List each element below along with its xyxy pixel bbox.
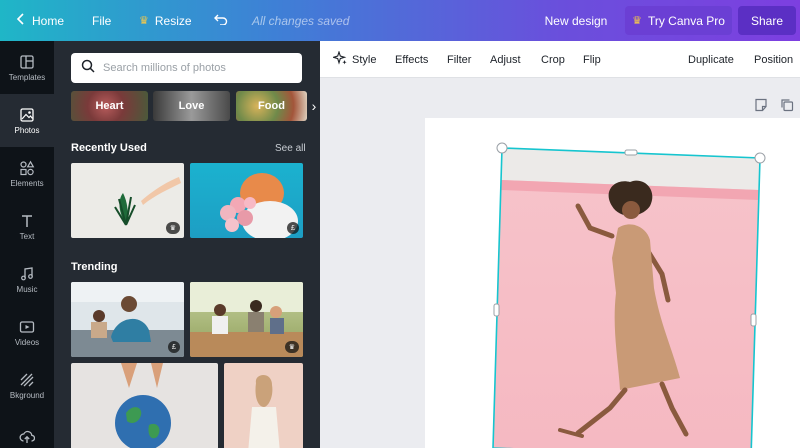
home-button[interactable]: Home (16, 0, 64, 41)
category-chips: Heart Love Food › (71, 91, 320, 121)
background-icon (20, 373, 34, 386)
chip-food[interactable]: Food (236, 91, 307, 121)
undo-icon (214, 13, 228, 28)
pound-badge: £ (168, 341, 180, 353)
editor-toolbar: Style Effects Filter Adjust Crop Flip Du… (320, 41, 800, 78)
resize-button[interactable]: ♛ Resize (139, 0, 192, 41)
try-canva-pro-button[interactable]: ♛ Try Canva Pro (625, 6, 732, 35)
crown-badge: ♛ (165, 222, 180, 234)
rail-item-music[interactable]: Music (0, 253, 54, 306)
top-bar: Home File ♛ Resize All changes saved New… (0, 0, 800, 41)
music-icon (21, 266, 33, 280)
photo-search-box[interactable] (71, 53, 302, 83)
recently-used-title: Recently Used (71, 142, 147, 154)
adjust-button[interactable]: Adjust (490, 41, 521, 78)
crown-icon: ♛ (139, 15, 149, 27)
rail-item-templates[interactable]: Templates (0, 41, 54, 94)
rail-item-text[interactable]: Text (0, 200, 54, 253)
resize-handle-top[interactable] (624, 149, 638, 156)
see-all-link[interactable]: See all (275, 143, 306, 154)
videos-icon (19, 320, 35, 333)
duplicate-button[interactable]: Duplicate (688, 41, 734, 78)
filter-button[interactable]: Filter (447, 41, 471, 78)
photos-panel: Heart Love Food › Recently Used See all … (54, 41, 320, 448)
text-icon (22, 214, 32, 227)
sparkle-icon (331, 50, 347, 68)
crown-icon: ♛ (632, 15, 642, 27)
position-button[interactable]: Position (754, 41, 793, 78)
trending-title: Trending (71, 261, 118, 273)
rail-item-background[interactable]: Bkground (0, 359, 54, 412)
chevron-right-icon[interactable]: › (307, 91, 320, 121)
left-rail: Templates Photos Elements Text Music Vid… (0, 41, 54, 448)
photo-thumb-roses[interactable]: £ (190, 163, 303, 238)
search-icon (81, 59, 95, 78)
style-button[interactable]: Style (331, 41, 376, 78)
photo-thumb-woman[interactable] (224, 363, 303, 448)
rail-item-photos[interactable]: Photos (0, 94, 54, 147)
resize-handle-left[interactable] (493, 303, 500, 317)
chip-love[interactable]: Love (153, 91, 230, 121)
selected-photo[interactable] (320, 78, 800, 448)
photo-thumb-palm-leaf[interactable]: ♛ (71, 163, 184, 238)
undo-button[interactable] (214, 0, 228, 41)
photo-thumb-picnic[interactable]: ♛ (190, 282, 303, 357)
effects-button[interactable]: Effects (395, 41, 428, 78)
chip-heart[interactable]: Heart (71, 91, 148, 121)
templates-icon (20, 54, 34, 69)
uploads-icon (19, 430, 35, 443)
crop-button[interactable]: Crop (541, 41, 565, 78)
elements-icon (20, 160, 35, 175)
hands-globe-image (115, 363, 171, 448)
rail-item-elements[interactable]: Elements (0, 147, 54, 200)
woman-back-image (248, 375, 280, 448)
search-input[interactable] (103, 62, 283, 74)
new-design-button[interactable]: New design (537, 6, 615, 35)
resize-handle-right[interactable] (750, 313, 757, 327)
save-status: All changes saved (252, 13, 350, 28)
photos-icon (20, 107, 34, 122)
rail-item-videos[interactable]: Videos (0, 306, 54, 359)
photo-thumb-globe[interactable] (71, 363, 218, 448)
rail-item-uploads[interactable] (0, 412, 54, 448)
flip-button[interactable]: Flip (583, 41, 601, 78)
crown-badge: ♛ (284, 341, 299, 353)
pound-badge: £ (287, 222, 299, 234)
chevron-left-icon (16, 13, 26, 28)
resize-handle-top-right[interactable] (754, 152, 766, 164)
photo-thumb-cooking[interactable]: £ (71, 282, 184, 357)
rotate-handle-top-left[interactable] (496, 142, 508, 154)
file-menu-button[interactable]: File (92, 0, 111, 41)
share-button[interactable]: Share (738, 6, 796, 35)
home-label: Home (32, 13, 65, 28)
canvas-area (320, 78, 800, 448)
